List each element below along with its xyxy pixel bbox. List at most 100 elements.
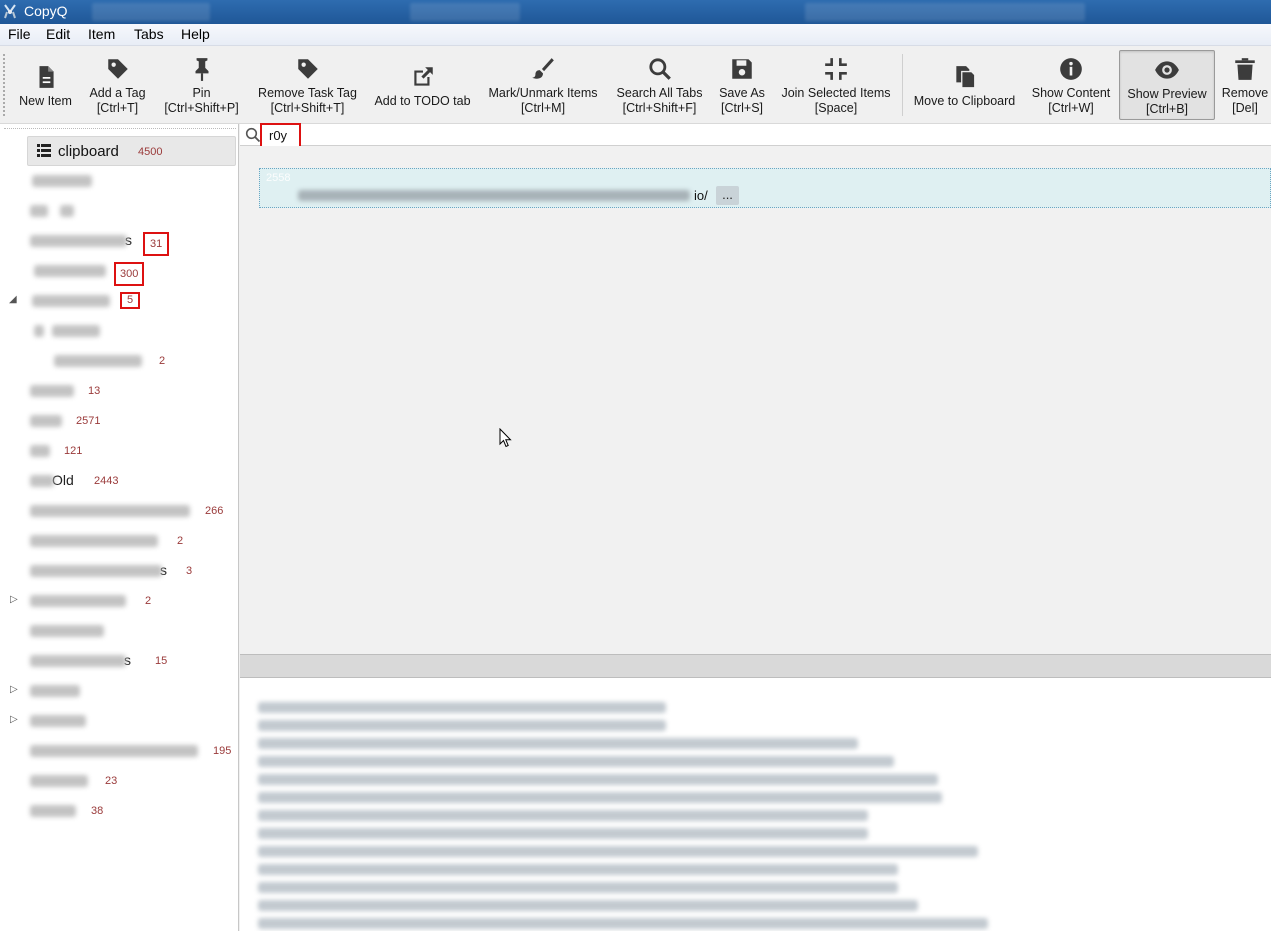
search-all-tabs-button[interactable]: Search All Tabs [Ctrl+Shift+F] [611, 50, 708, 120]
save-as-button[interactable]: Save As [Ctrl+S] [715, 50, 769, 120]
add-tag-button[interactable]: Add a Tag [Ctrl+T] [84, 50, 151, 120]
redacted-tab-name [30, 385, 74, 398]
tab-count: 4500 [138, 146, 163, 158]
menu-tabs[interactable]: Tabs [131, 26, 167, 42]
redacted-preview-line [258, 774, 938, 785]
expand-arrow-right-icon[interactable]: ▷ [10, 594, 18, 605]
search-bar: r0y [240, 123, 1271, 150]
redacted-preview-line [258, 828, 868, 839]
tab-item[interactable]: s [30, 649, 131, 671]
tab-item[interactable] [30, 799, 76, 821]
redacted-tab-name [30, 475, 54, 488]
tab-count: 2 [159, 355, 166, 367]
tab-count: 31 [142, 232, 170, 256]
redacted-tab-name [34, 265, 106, 278]
expand-arrow-down-icon[interactable]: ◢ [9, 294, 17, 305]
tab-item[interactable] [30, 439, 50, 461]
redacted-preview-line [258, 720, 666, 731]
tab-item[interactable]: s [30, 229, 132, 251]
tab-item[interactable] [30, 619, 104, 641]
menu-help[interactable]: Help [178, 26, 213, 42]
tab-item[interactable] [30, 529, 158, 551]
preview-pane [240, 678, 1271, 931]
expand-arrow-right-icon[interactable]: ▷ [10, 714, 18, 725]
tab-clipboard[interactable]: clipboard 4500 [27, 136, 236, 166]
menu-edit[interactable]: Edit [43, 26, 73, 42]
tab-count: 38 [91, 805, 104, 817]
tab-count: 3 [186, 565, 193, 577]
tab-item[interactable] [30, 709, 86, 731]
tab-item[interactable] [30, 199, 74, 221]
tab-item[interactable] [30, 379, 74, 401]
tab-item[interactable]: s [30, 559, 167, 581]
tag-icon [107, 59, 128, 79]
move-to-clipboard-button[interactable]: Move to Clipboard [909, 50, 1020, 120]
remove-task-tag-button[interactable]: Remove Task Tag [Ctrl+Shift+T] [252, 50, 363, 120]
tab-item[interactable]: Old [30, 469, 74, 491]
title-bar: CopyQ [0, 0, 1271, 24]
redacted-tab-name [30, 595, 126, 608]
redacted-preview-line [258, 738, 858, 749]
tab-item[interactable] [32, 289, 110, 311]
search-icon [245, 127, 261, 143]
mouse-cursor-icon [499, 428, 512, 448]
redacted-tab-name [30, 745, 198, 758]
tab-count: 15 [155, 655, 168, 667]
mark-unmark-items-button[interactable]: Mark/Unmark Items [Ctrl+M] [482, 50, 604, 120]
tab-count: 2 [177, 535, 184, 547]
tab-item[interactable] [30, 739, 198, 761]
tab-count: 13 [88, 385, 101, 397]
copy-icon [955, 66, 975, 89]
tab-count: 5 [119, 292, 141, 309]
tab-item[interactable] [54, 349, 142, 371]
redacted-tab-name [30, 685, 80, 698]
redacted-tab-name [54, 355, 142, 368]
external-link-icon [413, 67, 433, 86]
tab-item[interactable] [30, 589, 126, 611]
tree-divider [4, 128, 236, 130]
redacted-tab-name [30, 775, 88, 788]
redacted-tab-name [60, 205, 74, 218]
tab-count: 2 [145, 595, 152, 607]
tab-item[interactable] [30, 679, 80, 701]
copyq-logo-icon [4, 4, 16, 19]
tab-count: 121 [64, 445, 83, 457]
redacted-preview-line [258, 792, 942, 803]
save-icon [732, 59, 752, 79]
pin-button[interactable]: Pin [Ctrl+Shift+P] [158, 50, 245, 120]
tab-count: 195 [213, 745, 232, 757]
info-icon [1060, 58, 1082, 80]
redacted-preview-line [258, 846, 978, 857]
join-selected-items-button[interactable]: Join Selected Items [Space] [776, 50, 896, 120]
add-to-todo-tab-button[interactable]: Add to TODO tab [370, 50, 475, 120]
toolbar: New Item Add a Tag [Ctrl+T] Pin [Ctrl+Sh… [0, 46, 1271, 124]
menu-bar: File Edit Item Tabs Help [0, 24, 1271, 46]
tab-item[interactable] [30, 769, 88, 791]
tab-count: 266 [205, 505, 224, 517]
eye-icon [1155, 61, 1179, 79]
preview-splitter[interactable] [240, 654, 1271, 678]
show-content-button[interactable]: Show Content [Ctrl+W] [1027, 50, 1115, 120]
tab-tree: clipboard 4500 s 31 300 ◢ 5 2 13 2571 12… [0, 124, 239, 931]
menu-file[interactable]: File [5, 26, 34, 42]
tab-item[interactable] [32, 169, 92, 191]
menu-item[interactable]: Item [85, 26, 118, 42]
redacted-tab-name [52, 325, 100, 338]
toolbar-grip[interactable] [3, 54, 7, 116]
tab-item[interactable] [30, 499, 190, 521]
remove-button[interactable]: Remove [Del] [1219, 50, 1271, 120]
show-preview-button[interactable]: Show Preview [Ctrl+B] [1119, 50, 1215, 120]
background-window-ghost [410, 3, 520, 21]
list-item[interactable]: 2558 io/ ... [259, 168, 1271, 208]
tag-icon [297, 59, 318, 79]
redacted-tab-name [34, 325, 44, 338]
redacted-preview-line [258, 918, 988, 929]
new-item-button[interactable]: New Item [14, 50, 77, 120]
expand-arrow-right-icon[interactable]: ▷ [10, 684, 18, 695]
redacted-tab-name [32, 295, 110, 308]
tab-count: 300 [113, 262, 145, 286]
tab-item[interactable] [34, 319, 100, 341]
redacted-preview-line [258, 900, 918, 911]
tab-item[interactable] [30, 409, 62, 431]
tab-item[interactable] [34, 259, 106, 281]
